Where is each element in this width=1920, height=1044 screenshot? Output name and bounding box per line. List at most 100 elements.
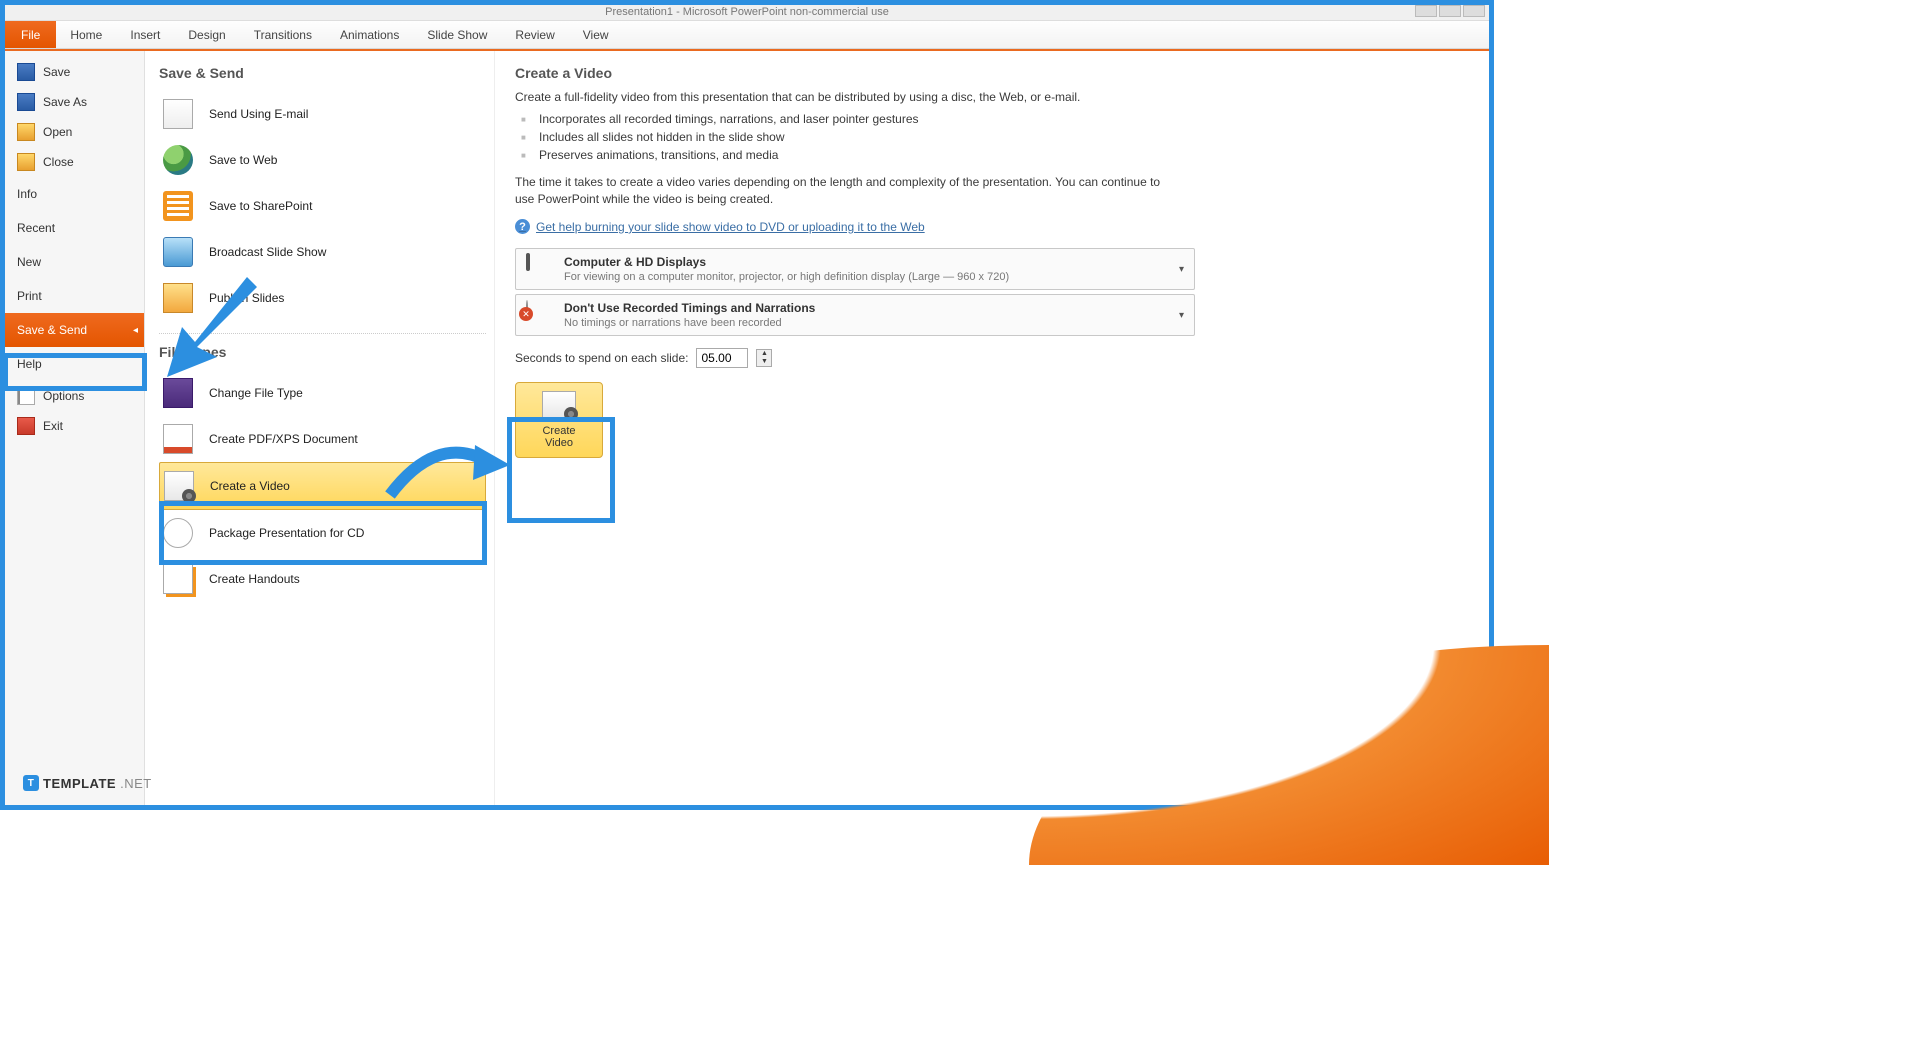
nav-new-label: New (17, 255, 41, 269)
minimize-button[interactable] (1415, 5, 1437, 17)
create-pdf-xps[interactable]: Create PDF/XPS Document (159, 416, 486, 462)
create-video-button-label-2: Video (545, 437, 573, 449)
create-a-video[interactable]: Create a Video (159, 462, 486, 510)
send-using-email-label: Send Using E-mail (209, 107, 308, 121)
tab-animations[interactable]: Animations (326, 21, 413, 48)
create-video-intro: Create a full-fidelity video from this p… (515, 89, 1469, 106)
publish-icon (163, 283, 193, 313)
spinner-up[interactable]: ▲ (757, 350, 771, 358)
watermark-suffix: .NET (120, 776, 152, 791)
watermark-brand: TEMPLATE (43, 776, 116, 791)
close-window-button[interactable] (1463, 5, 1485, 17)
tab-file[interactable]: File (5, 21, 56, 48)
backstage-left-nav: Save Save As Open Close Info Recent New … (5, 51, 145, 805)
nav-open-label: Open (43, 125, 72, 139)
send-using-email[interactable]: Send Using E-mail (159, 91, 486, 137)
nav-info-label: Info (17, 187, 37, 201)
save-to-web[interactable]: Save to Web (159, 137, 486, 183)
options-icon (17, 387, 35, 405)
get-help-link[interactable]: Get help burning your slide show video t… (515, 219, 925, 234)
maximize-button[interactable] (1439, 5, 1461, 17)
mail-icon (163, 99, 193, 129)
spinner-down[interactable]: ▼ (757, 358, 771, 366)
create-a-video-label: Create a Video (210, 479, 290, 493)
package-for-cd[interactable]: Package Presentation for CD (159, 510, 486, 556)
ribbon-tabstrip: File Home Insert Design Transitions Anim… (5, 21, 1489, 49)
create-handouts-label: Create Handouts (209, 572, 300, 586)
save-to-sharepoint[interactable]: Save to SharePoint (159, 183, 486, 229)
create-video-bullets: Incorporates all recorded timings, narra… (521, 110, 1469, 164)
nav-exit-label: Exit (43, 419, 63, 433)
save-icon (17, 63, 35, 81)
save-as-icon (17, 93, 35, 111)
nav-save-as-label: Save As (43, 95, 87, 109)
broadcast-slideshow-label: Broadcast Slide Show (209, 245, 326, 259)
watermark-icon: T (23, 775, 39, 791)
pdf-icon (163, 424, 193, 454)
nav-save-send[interactable]: Save & Send (5, 313, 144, 347)
nav-exit[interactable]: Exit (5, 411, 144, 441)
tab-transitions[interactable]: Transitions (240, 21, 326, 48)
publish-slides-label: Publish Slides (209, 291, 284, 305)
bullet-timings: Incorporates all recorded timings, narra… (521, 110, 1469, 128)
nav-recent[interactable]: Recent (5, 211, 144, 245)
nav-save-as[interactable]: Save As (5, 87, 144, 117)
nav-help-label: Help (17, 357, 42, 371)
nav-open[interactable]: Open (5, 117, 144, 147)
broadcast-icon (163, 237, 193, 267)
folder-close-icon (17, 153, 35, 171)
save-send-column: Save & Send Send Using E-mail Save to We… (145, 51, 495, 805)
save-to-sharepoint-label: Save to SharePoint (209, 199, 312, 213)
tab-design[interactable]: Design (174, 21, 239, 48)
timer-icon (526, 300, 528, 316)
create-handouts[interactable]: Create Handouts (159, 556, 486, 602)
create-video-button-label-1: Create (542, 425, 575, 437)
package-for-cd-label: Package Presentation for CD (209, 526, 364, 540)
nav-close[interactable]: Close (5, 147, 144, 177)
create-pdf-xps-label: Create PDF/XPS Document (209, 432, 358, 446)
create-video-button[interactable]: Create Video (515, 382, 603, 458)
cd-icon (163, 518, 193, 548)
globe-icon (163, 145, 193, 175)
divider (159, 333, 486, 334)
nav-options[interactable]: Options (5, 381, 144, 411)
create-video-note: The time it takes to create a video vari… (515, 174, 1175, 208)
nav-print[interactable]: Print (5, 279, 144, 313)
exit-icon (17, 417, 35, 435)
seconds-input[interactable] (696, 348, 748, 368)
timings-dropdown[interactable]: Don't Use Recorded Timings and Narration… (515, 294, 1195, 336)
sharepoint-icon (163, 191, 193, 221)
quality-dropdown-title: Computer & HD Displays (564, 255, 1009, 269)
tab-slideshow[interactable]: Slide Show (413, 21, 501, 48)
create-video-title: Create a Video (515, 65, 1469, 81)
tab-insert[interactable]: Insert (116, 21, 174, 48)
quality-dropdown-subtitle: For viewing on a computer monitor, proje… (564, 271, 1009, 283)
create-video-button-icon (542, 391, 576, 419)
bullet-media: Preserves animations, transitions, and m… (521, 146, 1469, 164)
nav-help[interactable]: Help (5, 347, 144, 381)
nav-save[interactable]: Save (5, 57, 144, 87)
get-help-link-label: Get help burning your slide show video t… (536, 220, 925, 234)
save-send-heading: Save & Send (159, 65, 486, 81)
nav-new[interactable]: New (5, 245, 144, 279)
tab-view[interactable]: View (569, 21, 623, 48)
tab-review[interactable]: Review (501, 21, 568, 48)
nav-info[interactable]: Info (5, 177, 144, 211)
folder-open-icon (17, 123, 35, 141)
backstage-view: Save Save As Open Close Info Recent New … (5, 51, 1489, 805)
file-types-heading: File Types (159, 344, 486, 360)
broadcast-slideshow[interactable]: Broadcast Slide Show (159, 229, 486, 275)
nav-print-label: Print (17, 289, 42, 303)
watermark: T TEMPLATE .NET (23, 775, 152, 791)
quality-dropdown[interactable]: Computer & HD Displays For viewing on a … (515, 248, 1195, 290)
monitor-icon (526, 253, 530, 271)
publish-slides[interactable]: Publish Slides (159, 275, 486, 321)
window-controls (1415, 5, 1485, 17)
change-file-type[interactable]: Change File Type (159, 370, 486, 416)
tab-home[interactable]: Home (56, 21, 116, 48)
nav-options-label: Options (43, 389, 84, 403)
change-file-type-label: Change File Type (209, 386, 303, 400)
nav-save-label: Save (43, 65, 70, 79)
window-title: Presentation1 - Microsoft PowerPoint non… (605, 6, 889, 18)
change-filetype-icon (163, 378, 193, 408)
